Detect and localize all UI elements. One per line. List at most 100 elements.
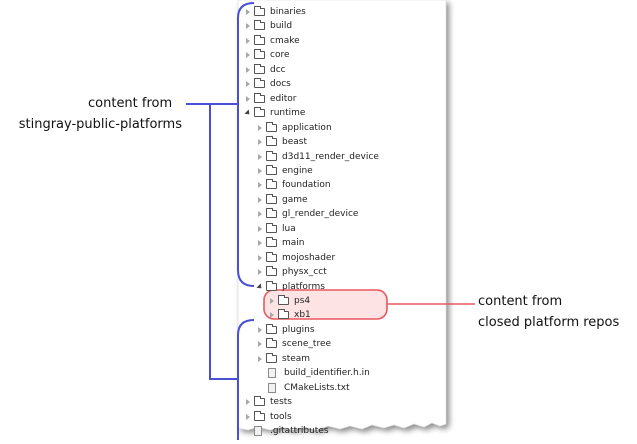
expanded-arrow-icon[interactable] (256, 280, 264, 294)
tree-folder-item[interactable]: scene_tree (256, 337, 331, 351)
folder-icon (254, 34, 265, 45)
file-icon (254, 426, 262, 437)
folder-icon (266, 251, 277, 262)
folder-icon (254, 396, 265, 407)
tree-item-label: CMakeLists.txt (284, 382, 350, 393)
tree-folder-item[interactable]: tools (244, 410, 292, 424)
tree-folder-item[interactable]: platforms (256, 280, 325, 294)
collapsed-arrow-icon[interactable] (256, 337, 264, 351)
collapsed-arrow-icon[interactable] (256, 323, 264, 337)
folder-icon (254, 107, 265, 118)
collapsed-arrow-icon[interactable] (244, 77, 252, 91)
tree-folder-item[interactable]: d3d11_render_device (256, 150, 379, 164)
collapsed-arrow-icon[interactable] (256, 236, 264, 250)
collapsed-arrow-icon[interactable] (244, 63, 252, 77)
expanded-arrow-icon[interactable] (244, 106, 252, 120)
collapsed-arrow-icon[interactable] (244, 395, 252, 409)
collapsed-arrow-icon[interactable] (244, 92, 252, 106)
tree-folder-item[interactable]: core (244, 48, 290, 62)
tree-item-label: game (282, 194, 308, 205)
folder-icon (266, 164, 277, 175)
collapsed-arrow-icon[interactable] (256, 207, 264, 221)
folder-icon (266, 136, 277, 147)
collapsed-arrow-icon[interactable] (244, 5, 252, 19)
tree-item-label: steam (282, 353, 311, 364)
folder-icon (266, 266, 277, 277)
folder-icon (266, 222, 277, 233)
tree-file-item[interactable]: CMakeLists.txt (258, 381, 350, 395)
tree-item-label: docs (270, 79, 291, 90)
tree-folder-item[interactable]: binaries (244, 5, 306, 19)
tree-folder-item[interactable]: game (256, 193, 308, 207)
tree-item-label: cmake (270, 35, 300, 46)
tree-item-label: d3d11_render_device (282, 151, 379, 162)
tree-item-label: mojoshader (282, 252, 336, 263)
tree-folder-item[interactable]: beast (256, 135, 307, 149)
collapsed-arrow-icon[interactable] (256, 352, 264, 366)
tree-folder-item[interactable]: tests (244, 395, 292, 409)
collapsed-arrow-icon[interactable] (244, 34, 252, 48)
collapsed-arrow-icon[interactable] (256, 121, 264, 135)
folder-icon (254, 410, 265, 421)
collapsed-arrow-icon[interactable] (268, 294, 276, 308)
folder-icon (266, 352, 277, 363)
tree-file-item[interactable]: build_identifier.h.in (258, 366, 370, 380)
folder-icon (254, 49, 265, 60)
folder-icon (254, 63, 265, 74)
tree-item-label: gl_render_device (282, 209, 359, 220)
folder-icon (266, 323, 277, 334)
collapsed-arrow-icon[interactable] (244, 410, 252, 424)
left-annotation-line1: content from (88, 96, 173, 111)
tree-folder-item[interactable]: engine (256, 164, 313, 178)
right-annotation-line2: closed platform repos (478, 315, 620, 330)
folder-icon (266, 237, 277, 248)
right-annotation-line1: content from (478, 294, 563, 309)
tree-folder-item[interactable]: application (256, 121, 332, 135)
tree-folder-item[interactable]: dcc (244, 63, 286, 77)
tree-file-item[interactable]: .gitattributes (244, 424, 329, 438)
collapsed-arrow-icon[interactable] (256, 164, 264, 178)
tree-item-label: lua (282, 223, 296, 234)
collapsed-arrow-icon[interactable] (256, 150, 264, 164)
collapsed-arrow-icon[interactable] (256, 193, 264, 207)
tree-folder-item[interactable]: editor (244, 92, 297, 106)
tree-item-label: build (270, 21, 293, 32)
collapsed-arrow-icon[interactable] (256, 251, 264, 265)
tree-folder-item[interactable]: cmake (244, 34, 300, 48)
tree-folder-item[interactable]: ps4 (268, 294, 310, 308)
tree-folder-item[interactable]: gl_render_device (256, 207, 358, 221)
tree-folder-item[interactable]: plugins (256, 323, 315, 337)
tree-item-label: core (270, 50, 290, 61)
tree-folder-item[interactable]: mojoshader (256, 251, 335, 265)
tree-folder-item[interactable]: docs (244, 77, 291, 91)
collapsed-arrow-icon[interactable] (256, 265, 264, 279)
folder-icon (278, 295, 289, 305)
folder-icon (266, 179, 277, 190)
folder-icon (266, 280, 277, 291)
tree-folder-item[interactable]: foundation (256, 178, 331, 192)
tree-item-label: build_identifier.h.in (284, 368, 370, 379)
tree-folder-item[interactable]: xb1 (268, 308, 311, 322)
folder-icon (254, 20, 265, 31)
tree-item-label: binaries (270, 7, 306, 17)
tree-item-label: xb1 (294, 310, 311, 321)
folder-tree: binaries build cmake core dcc docs editor runti… (234, 0, 448, 444)
tree-folder-item[interactable]: build (244, 19, 292, 33)
folder-icon (254, 6, 265, 16)
tree-folder-item[interactable]: steam (256, 352, 310, 366)
tree-item-label: .gitattributes (270, 426, 329, 437)
folder-icon (266, 193, 277, 204)
collapsed-arrow-icon[interactable] (244, 48, 252, 62)
collapsed-arrow-icon[interactable] (256, 222, 264, 236)
left-annotation-line2: stingray-public-platforms (18, 117, 182, 132)
tree-folder-item[interactable]: physx_cct (256, 265, 327, 279)
tree-folder-item[interactable]: main (256, 236, 305, 250)
file-icon (268, 368, 276, 379)
collapsed-arrow-icon[interactable] (244, 19, 252, 33)
tree-folder-item[interactable]: lua (256, 222, 296, 236)
tree-folder-item[interactable]: runtime (244, 106, 305, 120)
folder-icon (266, 150, 277, 161)
collapsed-arrow-icon[interactable] (268, 308, 276, 322)
collapsed-arrow-icon[interactable] (256, 135, 264, 149)
collapsed-arrow-icon[interactable] (256, 178, 264, 192)
